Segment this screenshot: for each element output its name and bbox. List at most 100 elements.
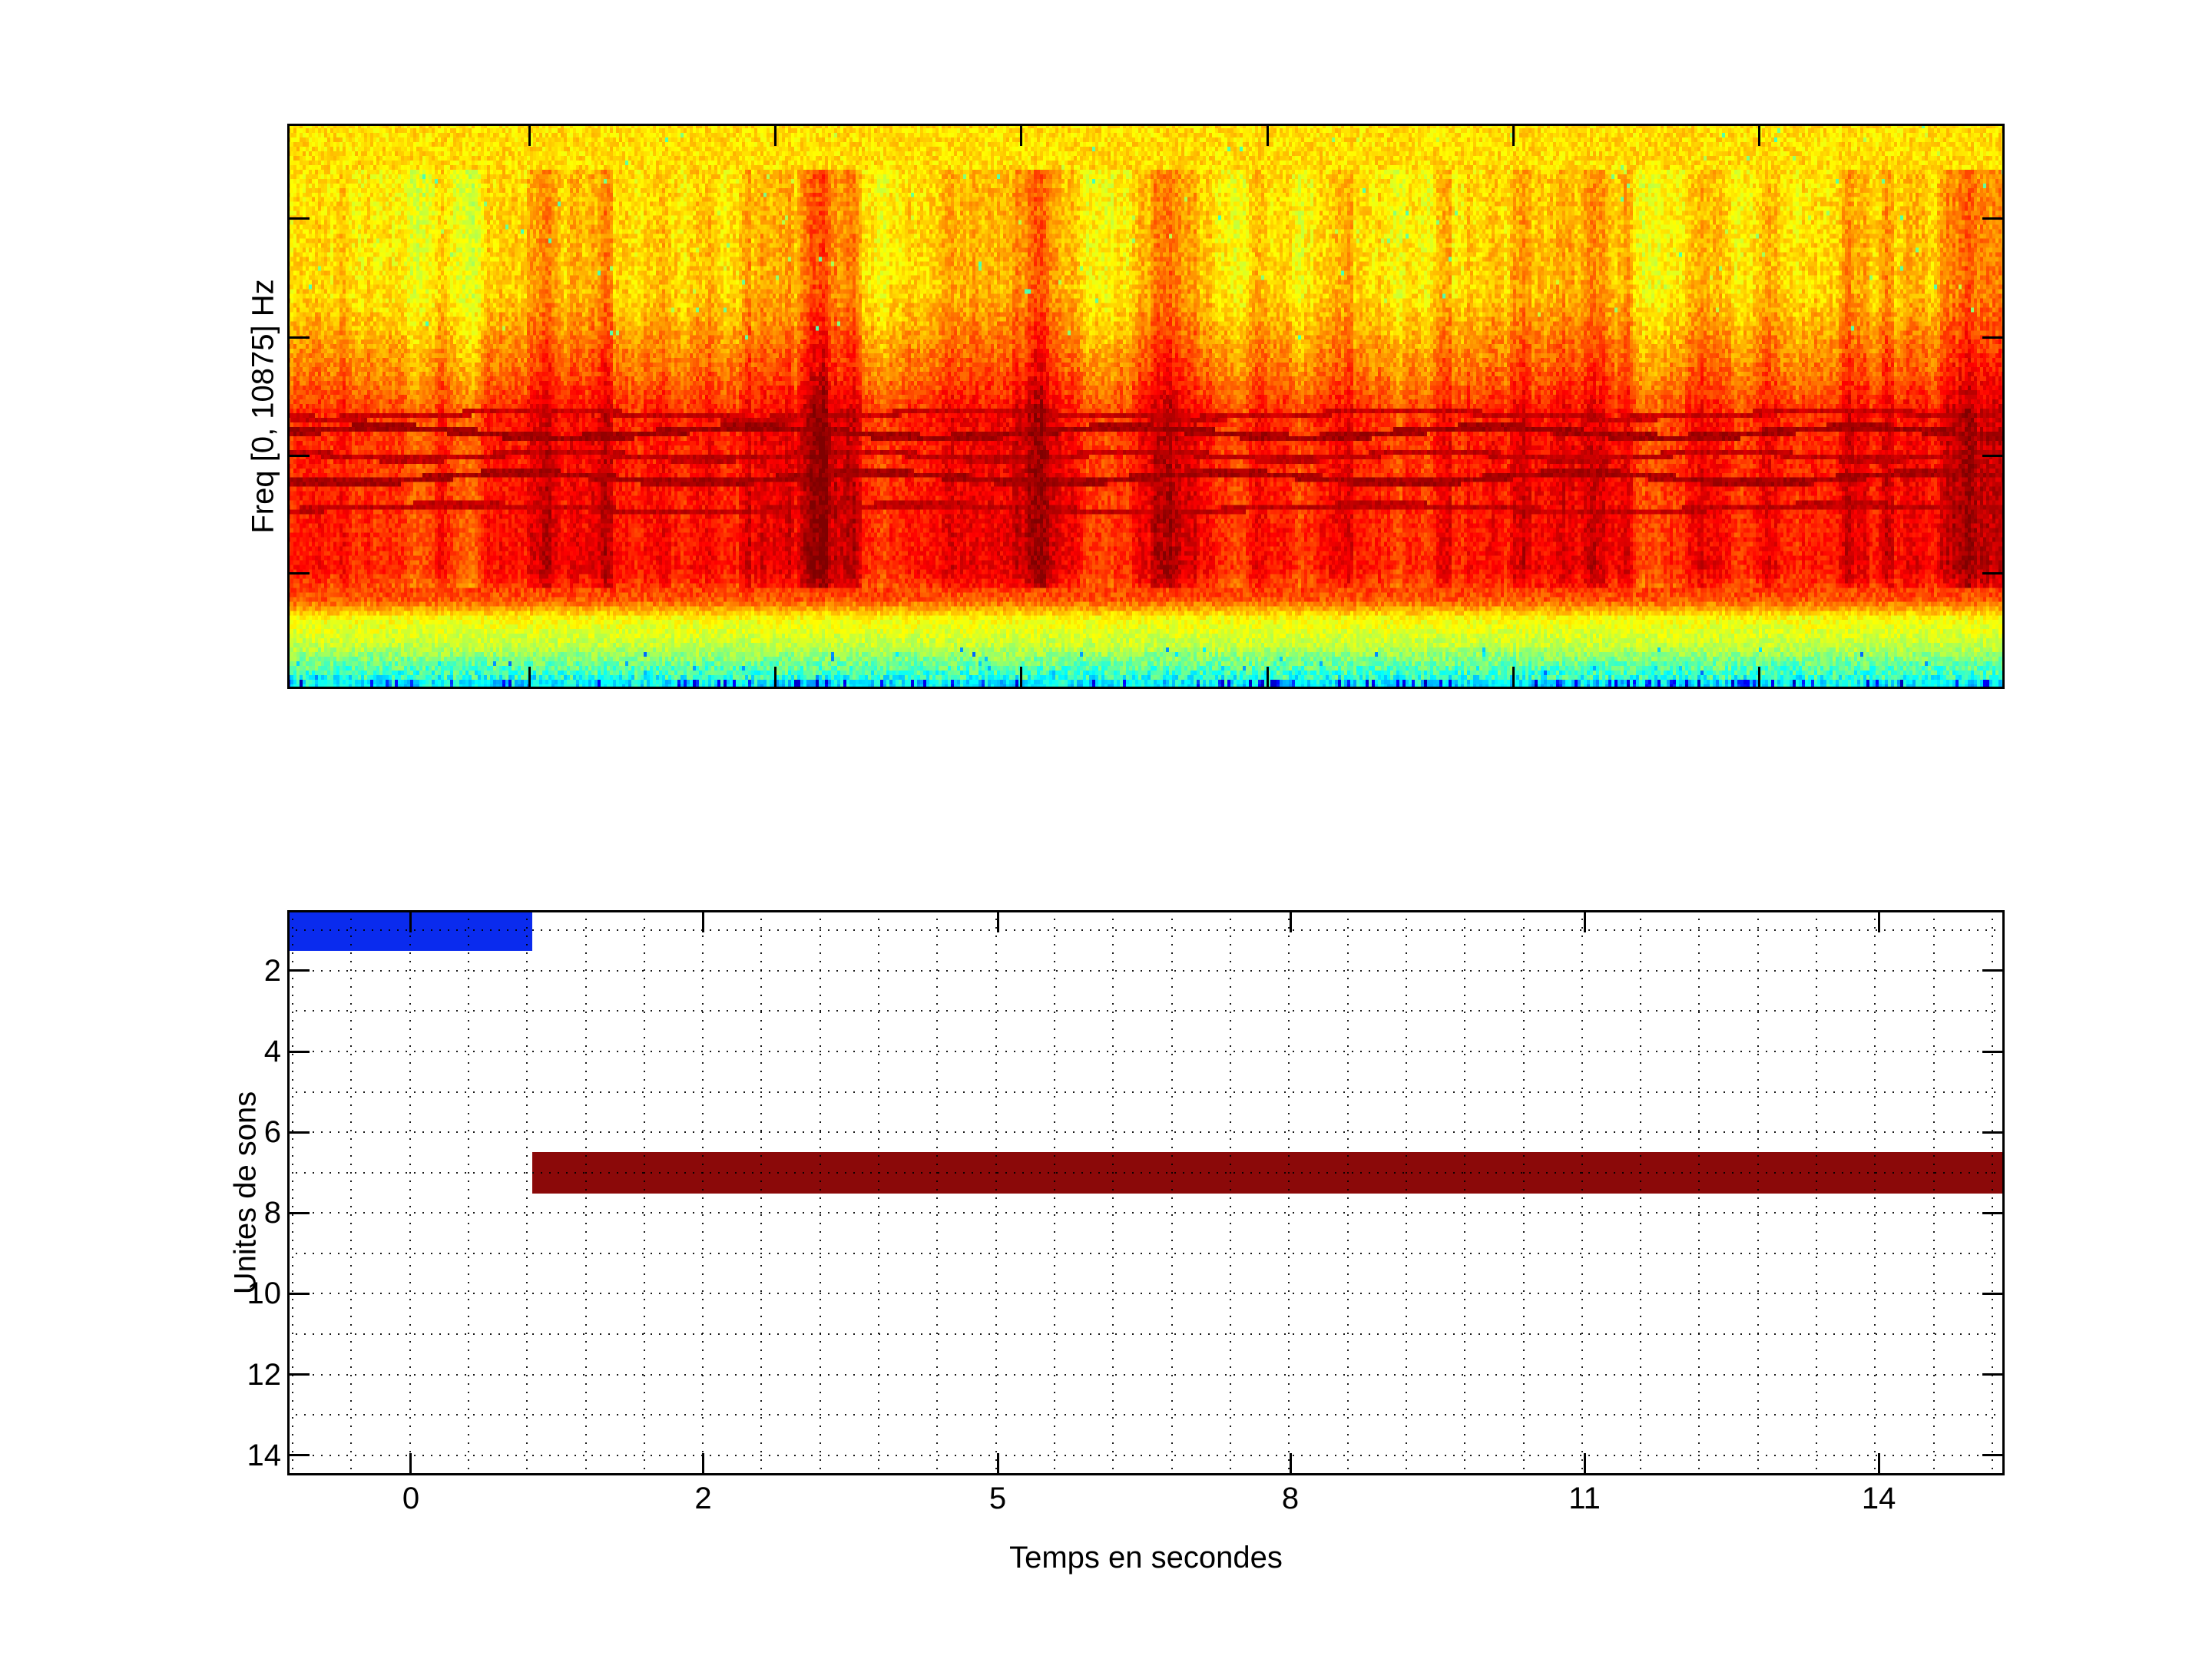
x-tick (996, 912, 999, 932)
grid-line-vertical (526, 910, 528, 1475)
grid-line-vertical (702, 910, 704, 1475)
spectrogram-y-tick (290, 572, 310, 575)
x-tick-label: 11 (1568, 1482, 1601, 1515)
grid-line-vertical (1288, 910, 1290, 1475)
y-tick (1982, 1292, 2002, 1295)
grid-line-vertical (1346, 910, 1349, 1475)
grid-line-vertical (878, 910, 880, 1475)
spectrogram-x-tick (1266, 667, 1269, 687)
sound-units-y-axis-label: Unites de sons (228, 1091, 263, 1295)
y-tick (1982, 969, 2002, 972)
spectrogram-x-tick (528, 667, 531, 687)
grid-line-vertical (1054, 910, 1056, 1475)
spectrogram-y-tick (290, 336, 310, 339)
grid-line-vertical (1640, 910, 1642, 1475)
spectrogram-y-tick (1982, 454, 2002, 457)
y-tick (290, 969, 310, 972)
x-tick-label: 8 (1281, 1482, 1300, 1515)
y-tick (290, 1131, 310, 1134)
spectrogram-x-tick (774, 126, 777, 146)
spectrogram-subplot (287, 124, 2005, 689)
spectrogram-x-tick (1512, 126, 1515, 146)
grid-line-horizontal (287, 1373, 2005, 1376)
spectrogram-y-tick (290, 454, 310, 457)
x-tick-label: 14 (1861, 1482, 1896, 1515)
grid-line-horizontal (287, 1454, 2005, 1456)
x-tick (996, 1453, 999, 1473)
spectrogram-x-tick (1266, 126, 1269, 146)
x-tick (702, 912, 705, 932)
grid-line-vertical (760, 910, 763, 1475)
grid-line-horizontal (287, 1293, 2005, 1295)
grid-line-vertical (1405, 910, 1407, 1475)
grid-line-vertical (1522, 910, 1525, 1475)
grid-line-horizontal (287, 1050, 2005, 1052)
grid-line-vertical (1757, 910, 1759, 1475)
x-tick (1877, 912, 1880, 932)
x-tick (1583, 1453, 1586, 1473)
grid-line-vertical (584, 910, 587, 1475)
spectrogram-y-tick (1982, 572, 2002, 575)
grid-line-vertical (819, 910, 821, 1475)
y-tick (1982, 1454, 2002, 1457)
grid-line-vertical (1112, 910, 1114, 1475)
grid-line-horizontal (287, 1414, 2005, 1416)
spectrogram-y-tick (1982, 217, 2002, 220)
grid-line-vertical (1992, 910, 1994, 1475)
y-tick-label: 6 (263, 1115, 281, 1150)
grid-line-horizontal (287, 1131, 2005, 1134)
x-tick (1877, 1453, 1880, 1473)
spectrogram-y-axis-label: Freq [0, 10875] Hz (246, 279, 280, 534)
y-tick (1982, 1211, 2002, 1214)
grid-line-vertical (1464, 910, 1466, 1475)
spectrogram-x-tick (1512, 667, 1515, 687)
x-tick (1289, 1453, 1292, 1473)
spectrogram-y-tick (290, 217, 310, 220)
grid-line-horizontal (287, 1091, 2005, 1093)
y-tick-label: 8 (263, 1196, 281, 1230)
grid-line-vertical (1932, 910, 1935, 1475)
grid-line-horizontal (287, 1010, 2005, 1012)
spectrogram-y-tick (1982, 336, 2002, 339)
x-tick-label: 2 (694, 1482, 712, 1515)
y-tick-label: 12 (247, 1357, 282, 1392)
y-tick (290, 1292, 310, 1295)
y-tick (1982, 1373, 2002, 1376)
grid-line-vertical (643, 910, 645, 1475)
spectrogram-x-tick (1757, 667, 1760, 687)
grid-line-vertical (1581, 910, 1583, 1475)
grid-line-horizontal (287, 1212, 2005, 1214)
grid-line-vertical (1229, 910, 1231, 1475)
y-tick (290, 1050, 310, 1053)
grid-line-horizontal (287, 1252, 2005, 1254)
grid-line-horizontal (287, 1171, 2005, 1174)
grid-line-vertical (291, 910, 293, 1475)
y-tick-label: 2 (263, 953, 281, 988)
grid-line-vertical (1816, 910, 1818, 1475)
spectrogram-x-tick (528, 126, 531, 146)
x-tick (409, 1453, 412, 1473)
sound-units-subplot: 0 2 5 8 11 14 2 4 6 8 10 12 14 (247, 910, 2005, 1514)
x-tick (409, 912, 412, 932)
grid-line-vertical (467, 910, 469, 1475)
x-tick (1289, 912, 1292, 932)
grid-line-vertical (1171, 910, 1173, 1475)
y-tick (290, 1211, 310, 1214)
grid-line-vertical (936, 910, 939, 1475)
y-tick-label: 4 (263, 1035, 281, 1068)
grid-line-vertical (350, 910, 353, 1475)
y-tick-label: 14 (247, 1438, 282, 1472)
grid-line-vertical (995, 910, 997, 1475)
grid-line-vertical (1874, 910, 1876, 1475)
x-tick (1583, 912, 1586, 932)
grid-line-vertical (409, 910, 411, 1475)
spectrogram-x-tick (774, 667, 777, 687)
spectrogram-x-tick (1757, 126, 1760, 146)
spectrogram-x-tick (1020, 126, 1023, 146)
y-tick (1982, 1131, 2002, 1134)
y-tick (290, 1373, 310, 1376)
time-x-axis-label: Temps en secondes (1009, 1541, 1283, 1575)
y-tick (1982, 1050, 2002, 1053)
grid-line-horizontal (287, 1333, 2005, 1335)
grid-line-vertical (1698, 910, 1700, 1475)
